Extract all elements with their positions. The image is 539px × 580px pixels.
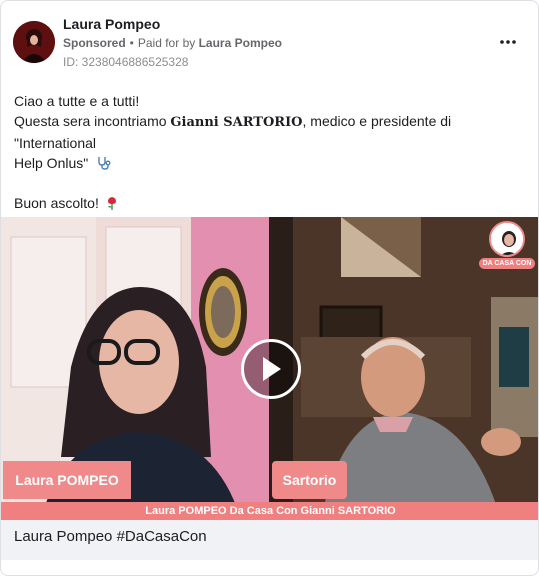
paid-for-prefix: Paid for by bbox=[137, 36, 196, 50]
video-caption[interactable]: Laura Pompeo #DaCasaCon bbox=[1, 520, 538, 560]
page-name[interactable]: Laura Pompeo bbox=[63, 16, 160, 32]
ad-id: ID: 3238046886525328 bbox=[63, 55, 189, 69]
paid-for-name[interactable]: Laura Pompeo bbox=[199, 36, 282, 50]
sponsored-post-card: Laura Pompeo Sponsored • Paid for by Lau… bbox=[0, 0, 539, 576]
post-line-org: Help Onlus" bbox=[14, 153, 529, 173]
more-options-button[interactable] bbox=[497, 31, 519, 53]
play-icon bbox=[263, 357, 281, 381]
logo-label: DA CASA CON bbox=[478, 258, 536, 269]
more-horizontal-icon bbox=[500, 40, 516, 44]
guest-name: Gianni SARTORIO bbox=[170, 115, 303, 130]
rose-icon bbox=[107, 197, 116, 210]
separator-dot: • bbox=[129, 36, 134, 50]
speaker-tag-sartorio: Sartorio bbox=[272, 461, 347, 499]
stethoscope-icon bbox=[98, 157, 111, 170]
speaker-tag-laura: Laura POMPEO bbox=[3, 461, 131, 499]
caption-title[interactable]: Laura Pompeo #DaCasaCon bbox=[14, 528, 207, 545]
video-player[interactable]: DA CASA CON Laura POMPEO Sartorio Laura … bbox=[1, 217, 538, 520]
sponsored-line: Sponsored • Paid for by Laura Pompeo bbox=[63, 36, 282, 50]
video-banner: Laura POMPEO Da Casa Con Gianni SARTORIO bbox=[1, 502, 538, 520]
da-casa-con-logo: DA CASA CON bbox=[478, 221, 536, 273]
page-avatar[interactable] bbox=[13, 21, 55, 63]
post-text: Ciao a tutte e a tutti! Questa sera inco… bbox=[14, 91, 529, 233]
post-line-intro: Questa sera incontriamo Gianni SARTORIO,… bbox=[14, 113, 452, 151]
post-line-listen: Buon ascolto! bbox=[14, 193, 529, 213]
post-line-greeting: Ciao a tutte e a tutti! bbox=[14, 93, 140, 109]
sponsored-label: Sponsored bbox=[63, 36, 126, 50]
play-button[interactable] bbox=[241, 339, 301, 399]
